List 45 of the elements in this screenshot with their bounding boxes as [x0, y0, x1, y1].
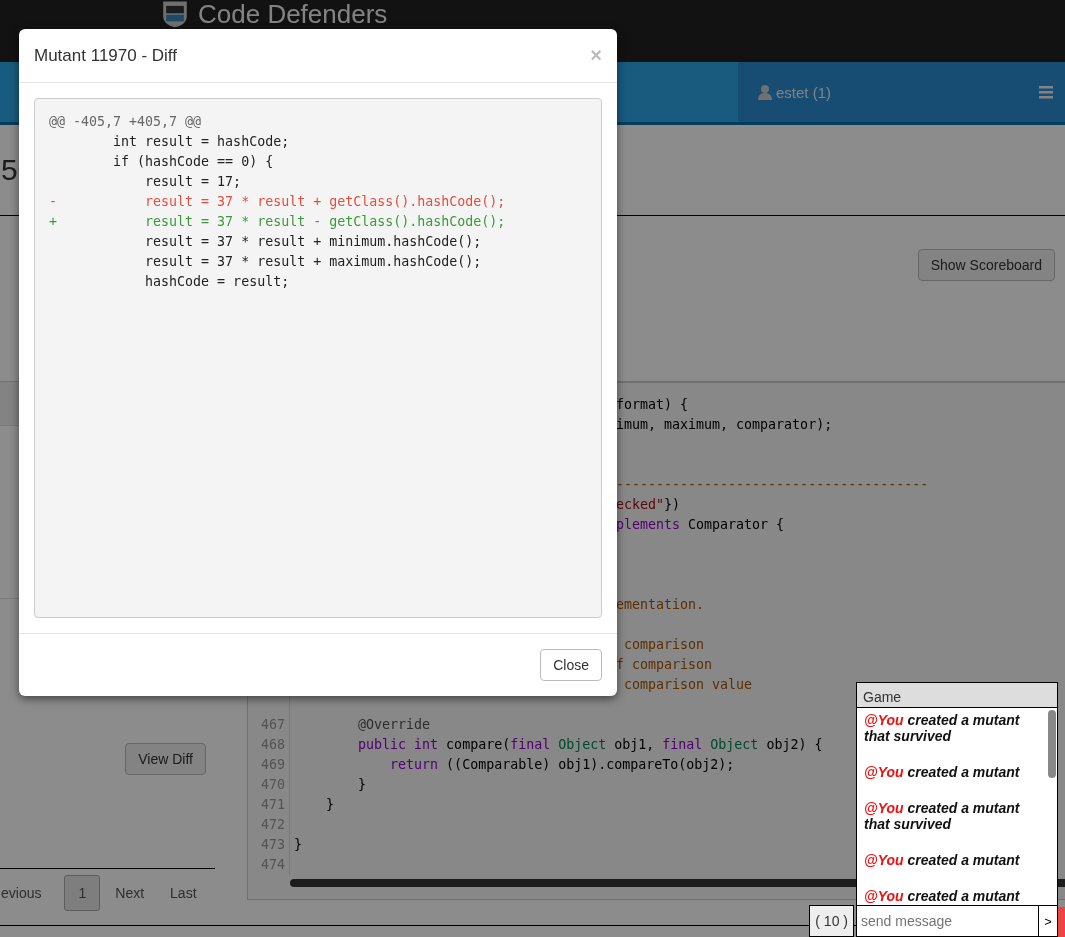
- dialog-title: Mutant 11970 - Diff: [34, 45, 177, 66]
- diff-line: + result = 37 * result - getClass().hashCode();: [49, 213, 507, 231]
- message-count-badge[interactable]: ( 10 ): [809, 905, 854, 937]
- code-line: }: [357, 776, 367, 794]
- diff-line: result = 37 * result + minimum.hashCode();: [144, 233, 483, 251]
- diff-line: - result = 37 * result + getClass().hashCode();: [49, 193, 507, 211]
- diff-line: int result = hashCode;: [112, 133, 291, 151]
- code-line: plements Comparator {: [616, 516, 785, 534]
- pagination-link[interactable]: Next: [104, 875, 156, 911]
- diff-line: result = 17;: [144, 173, 243, 191]
- diff-line: @@ -405,7 +405,7 @@: [49, 113, 203, 131]
- page-title: 5: [1, 153, 18, 187]
- user-icon: [758, 84, 772, 100]
- diff-line: if (hashCode == 0) {: [112, 153, 275, 171]
- code-line: @Override: [357, 716, 431, 734]
- diff-line: result = 37 * result + maximum.hashCode();: [144, 253, 483, 271]
- show-scoreboard-button[interactable]: Show Scoreboard: [917, 249, 1055, 281]
- code-line: f comparison: [616, 656, 713, 674]
- close-button[interactable]: Close: [540, 649, 602, 681]
- chat-message: @You created a mutant: [864, 852, 1021, 868]
- code-line: comparison: [623, 636, 705, 654]
- code-line: ementation.: [616, 596, 705, 614]
- chat-message: @You created a mutant that survived: [864, 800, 1021, 832]
- diff-line: hashCode = result;: [144, 273, 291, 291]
- chat-message: @You created a mutant: [864, 888, 1021, 904]
- brand-title[interactable]: Code Defenders: [198, 0, 388, 28]
- code-line: ---------------------------------------: [616, 476, 929, 494]
- code-line: }: [325, 796, 335, 814]
- pagination-link[interactable]: Last: [159, 875, 208, 911]
- chat-message: @You created a mutant: [864, 764, 1021, 780]
- user-link[interactable]: estet (1): [776, 83, 832, 101]
- code-line: comparison value: [623, 676, 753, 694]
- code-line: }: [293, 836, 302, 854]
- chat-channel-tab[interactable]: Game: [857, 683, 1057, 708]
- pagination-link[interactable]: evious: [0, 875, 53, 911]
- view-diff-button[interactable]: View Diff: [125, 743, 206, 775]
- shield-icon: [160, 0, 190, 28]
- code-line: public int compare(final Object obj1, final Object obj2) {: [357, 736, 823, 754]
- chat-message: @You created a mutant that survived: [864, 712, 1021, 744]
- code-line: ecked"}): [616, 496, 681, 514]
- code-line: format) {: [616, 396, 689, 414]
- code-line: imum, maximum, comparator);: [616, 416, 833, 434]
- pagination-link[interactable]: 1: [64, 875, 101, 911]
- code-line: return ((Comparable) obj1).compareTo(obj2);: [389, 756, 735, 774]
- menu-icon[interactable]: [1039, 85, 1053, 99]
